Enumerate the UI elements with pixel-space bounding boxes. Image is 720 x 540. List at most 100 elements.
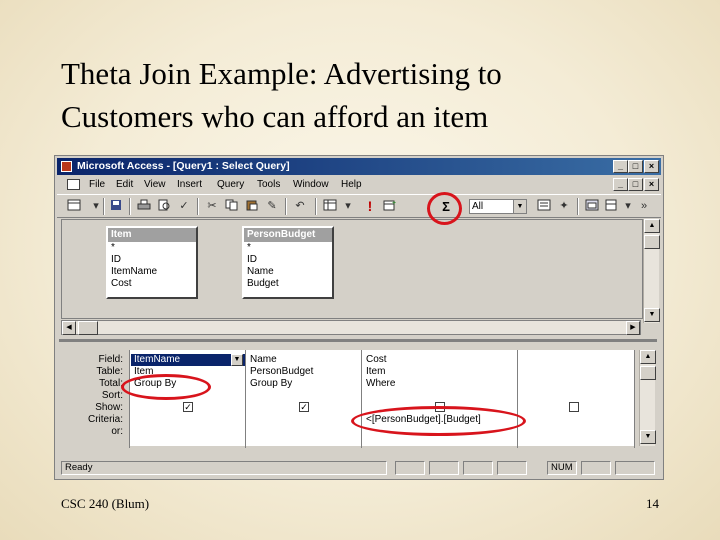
scroll-thumb[interactable] bbox=[640, 366, 656, 380]
scroll-right-icon[interactable]: ▶ bbox=[626, 321, 640, 335]
table-field[interactable]: ID bbox=[108, 254, 196, 266]
spelling-icon[interactable]: ✓ bbox=[175, 198, 193, 215]
table-box-personbudget[interactable]: PersonBudget * ID Name Budget bbox=[242, 226, 334, 299]
menu-file[interactable]: File bbox=[89, 179, 105, 190]
table-field[interactable]: Cost bbox=[108, 278, 196, 290]
grid-cell-field[interactable]: Name bbox=[247, 354, 361, 366]
grid-cell-field[interactable]: Cost bbox=[363, 354, 517, 366]
status-panel bbox=[429, 461, 459, 475]
grid-row-label: Sort: bbox=[101, 390, 123, 401]
view-icon[interactable] bbox=[65, 198, 83, 215]
print-icon[interactable] bbox=[135, 198, 153, 215]
grid-cell-field[interactable]: ItemName bbox=[131, 354, 245, 366]
window-titlebar: Microsoft Access - [Query1 : Select Quer… bbox=[57, 158, 661, 175]
scroll-up-icon[interactable]: ▲ bbox=[640, 350, 656, 364]
table-field[interactable]: * bbox=[244, 242, 332, 254]
menu-view[interactable]: View bbox=[144, 179, 166, 190]
scroll-down-icon[interactable]: ▼ bbox=[644, 308, 660, 322]
menu-help[interactable]: Help bbox=[341, 179, 362, 190]
cut-icon[interactable]: ✂ bbox=[203, 198, 221, 215]
print-preview-icon[interactable] bbox=[155, 198, 173, 215]
pane-splitter[interactable] bbox=[59, 339, 657, 342]
close-button[interactable]: × bbox=[644, 160, 659, 173]
criteria-highlight-ring bbox=[351, 406, 526, 436]
minimize-button[interactable]: _ bbox=[613, 160, 628, 173]
slide-footer-course: CSC 240 (Blum) bbox=[61, 496, 150, 511]
table-pane-horizontal-scrollbar[interactable]: ◀ ▶ bbox=[61, 320, 641, 335]
scroll-up-icon[interactable]: ▲ bbox=[644, 219, 660, 233]
maximize-button[interactable]: □ bbox=[628, 160, 643, 173]
scroll-down-icon[interactable]: ▼ bbox=[640, 430, 656, 444]
menu-bar: File Edit View Insert Query Tools Window… bbox=[57, 177, 661, 193]
grid-row-label: Table: bbox=[96, 366, 123, 377]
table-field[interactable]: Budget bbox=[244, 278, 332, 290]
show-checkbox[interactable]: ✓ bbox=[183, 402, 193, 412]
query-type-icon[interactable] bbox=[321, 198, 339, 215]
totals-highlight-ring bbox=[427, 192, 462, 225]
grid-cell-total[interactable]: Where bbox=[363, 378, 517, 390]
run-icon[interactable]: ! bbox=[361, 198, 379, 215]
help-icon[interactable]: » bbox=[635, 198, 653, 215]
grid-row-label: Show: bbox=[95, 402, 123, 413]
status-panel bbox=[497, 461, 527, 475]
toolbar-separator bbox=[285, 198, 287, 215]
table-design-pane: Item * ID ItemName Cost PersonBudget * I… bbox=[61, 219, 643, 319]
format-painter-icon[interactable]: ✎ bbox=[263, 198, 281, 215]
toolbar-separator bbox=[103, 198, 105, 215]
access-app-icon bbox=[61, 161, 72, 172]
paste-icon[interactable] bbox=[243, 198, 261, 215]
total-row-highlight-ring bbox=[121, 374, 211, 400]
status-panel bbox=[581, 461, 611, 475]
table-field[interactable]: Name bbox=[244, 266, 332, 278]
database-window-icon[interactable] bbox=[583, 198, 601, 215]
chevron-down-icon[interactable]: ▼ bbox=[513, 200, 526, 213]
table-field[interactable]: ItemName bbox=[108, 266, 196, 278]
menu-insert[interactable]: Insert bbox=[177, 179, 202, 190]
scroll-thumb[interactable] bbox=[78, 321, 98, 335]
table-box-item[interactable]: Item * ID ItemName Cost bbox=[106, 226, 198, 299]
query-type-dropdown-icon[interactable]: ▾ bbox=[339, 198, 357, 215]
menu-edit[interactable]: Edit bbox=[116, 179, 133, 190]
build-icon[interactable]: ✦ bbox=[555, 198, 573, 215]
field-dropdown-arrow-icon[interactable]: ▼ bbox=[231, 354, 243, 366]
show-checkbox[interactable]: ✓ bbox=[299, 402, 309, 412]
doc-minimize-button[interactable]: _ bbox=[613, 178, 628, 191]
show-table-icon[interactable]: + bbox=[381, 198, 399, 215]
table-box-title[interactable]: PersonBudget bbox=[244, 228, 332, 242]
query-design-toolbar: ▾ ✓ ✂ ✎ ↶ ▾ ! + Σ All ▼ ✦ ▾ » bbox=[57, 194, 661, 218]
doc-close-button[interactable]: × bbox=[644, 178, 659, 191]
grid-cell-table[interactable]: PersonBudget bbox=[247, 366, 361, 378]
menu-tools[interactable]: Tools bbox=[257, 179, 280, 190]
scroll-left-icon[interactable]: ◀ bbox=[62, 321, 76, 335]
status-panel bbox=[615, 461, 655, 475]
table-pane-vertical-scrollbar[interactable]: ▲ ▼ bbox=[643, 219, 660, 323]
status-text: Ready bbox=[61, 461, 387, 475]
toolbar-separator bbox=[197, 198, 199, 215]
scroll-thumb[interactable] bbox=[644, 235, 660, 249]
table-box-title[interactable]: Item bbox=[108, 228, 196, 242]
grid-cell-field-value: ItemName bbox=[134, 354, 181, 365]
grid-column-divider bbox=[129, 350, 130, 448]
table-field[interactable]: ID bbox=[244, 254, 332, 266]
slide-page-number: 14 bbox=[646, 496, 659, 511]
save-icon[interactable] bbox=[107, 198, 125, 215]
undo-icon[interactable]: ↶ bbox=[291, 198, 309, 215]
query-document-icon[interactable] bbox=[67, 179, 80, 190]
doc-restore-button[interactable]: □ bbox=[628, 178, 643, 191]
top-values-value: All bbox=[472, 201, 484, 212]
table-field[interactable]: * bbox=[108, 242, 196, 254]
properties-icon[interactable] bbox=[535, 198, 553, 215]
grid-row-label: Criteria: bbox=[87, 414, 123, 425]
toolbar-separator bbox=[315, 198, 317, 215]
top-values-combo[interactable]: All ▼ bbox=[469, 199, 527, 214]
copy-icon[interactable] bbox=[223, 198, 241, 215]
menu-window[interactable]: Window bbox=[293, 179, 329, 190]
access-screenshot: Microsoft Access - [Query1 : Select Quer… bbox=[54, 155, 664, 480]
grid-column-divider bbox=[245, 350, 246, 448]
grid-cell-table[interactable]: Item bbox=[363, 366, 517, 378]
grid-vertical-scrollbar[interactable]: ▲ ▼ bbox=[639, 350, 656, 446]
menu-query[interactable]: Query bbox=[217, 179, 244, 190]
toolbar-separator bbox=[129, 198, 131, 215]
show-checkbox[interactable] bbox=[569, 402, 579, 412]
grid-cell-total[interactable]: Group By bbox=[247, 378, 361, 390]
